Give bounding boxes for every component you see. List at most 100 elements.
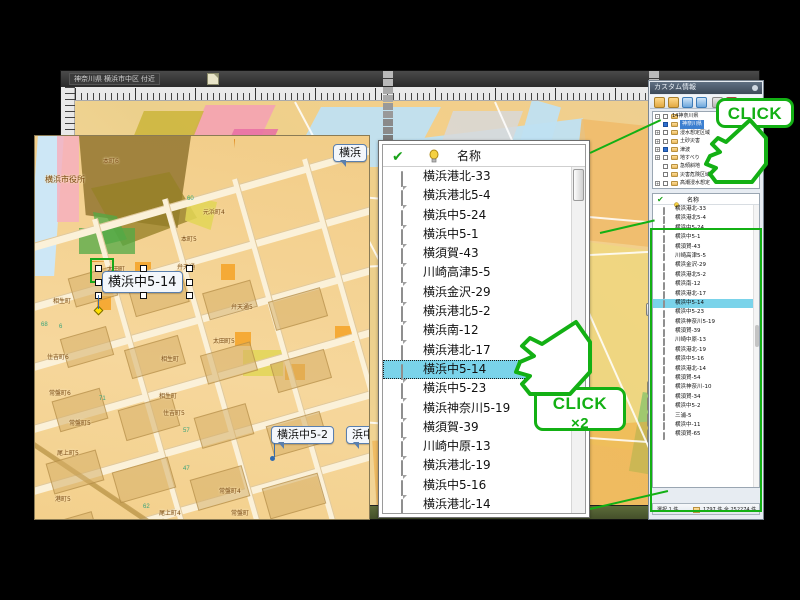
list-item[interactable]: 横浜中5-1 <box>383 225 571 245</box>
tree-node[interactable]: バスルート(赤線) <box>653 188 759 189</box>
annotation-click-double-label-2: ×2 <box>570 415 590 432</box>
legend-color-swatch <box>383 79 393 86</box>
tree-expander-icon[interactable]: + <box>655 147 660 153</box>
resize-handle-ne[interactable] <box>186 265 193 272</box>
balloon-marker-icon <box>401 266 414 284</box>
resize-handle-n[interactable] <box>140 265 147 272</box>
add-layer-icon[interactable] <box>668 97 679 108</box>
list-item[interactable]: 横浜中5-16 <box>383 476 571 496</box>
legend-color-swatch <box>383 119 393 126</box>
list-item-label: 横浜中5-24 <box>423 207 487 222</box>
list-item-label: 横浜港北-33 <box>675 206 706 212</box>
resize-handle-nw[interactable] <box>95 265 102 272</box>
list-item-label: 横浜港北5-4 <box>423 188 491 203</box>
resize-handle-w[interactable] <box>95 279 102 286</box>
folder-icon <box>671 121 678 127</box>
resize-handle-s[interactable] <box>140 292 147 299</box>
list-item[interactable]: 横浜金沢-29 <box>383 283 571 303</box>
name-column-header: 名称 <box>687 197 700 204</box>
lightbulb-icon[interactable] <box>427 149 441 163</box>
map-block-number: 68 <box>41 322 48 328</box>
list-item[interactable]: 横浜港北-33 <box>383 167 571 187</box>
balloon-marker-icon <box>401 170 414 187</box>
map-place-label: 尾上町4 <box>159 510 181 517</box>
balloon-marker-icon <box>401 324 414 342</box>
map-place-label: 本町5 <box>181 236 197 243</box>
check-icon[interactable]: ✔ <box>657 195 664 204</box>
tree-expander-icon[interactable]: - <box>655 113 660 119</box>
legend-color-swatch <box>383 103 393 110</box>
redo-icon[interactable] <box>696 97 707 108</box>
list-item[interactable]: 横浜港北-33 <box>653 205 753 215</box>
tree-checkbox[interactable] <box>663 121 668 127</box>
list-item-label: 横浜港北5-4 <box>675 215 706 222</box>
balloon-marker-icon <box>401 421 414 438</box>
resize-handle-e[interactable] <box>186 279 193 286</box>
map-callout-label: 横浜中5-14 <box>108 275 177 290</box>
list-item-label: 川崎高津5-5 <box>423 265 491 280</box>
map-block-number: 47 <box>183 466 190 472</box>
panel-menu-icon[interactable] <box>752 85 758 91</box>
legend-color-swatch <box>383 127 393 134</box>
balloon-marker-icon <box>401 286 414 303</box>
balloon-marker-icon <box>401 498 414 513</box>
folder-icon[interactable] <box>654 97 665 108</box>
foreground-map-panel[interactable]: 横浜市役所本町6元浜町4本町5太田町弁天通相生町弁天通5太田町5相生町住吉町6相… <box>34 135 370 520</box>
list-item[interactable]: 川崎中原-13 <box>383 437 571 458</box>
tree-checkbox[interactable] <box>663 130 668 136</box>
tree-expander-icon[interactable]: + <box>655 155 660 161</box>
map-callout-selected[interactable]: 横浜中5-14 <box>102 271 183 293</box>
panel-title-text: カスタム情報 <box>654 84 696 91</box>
tree-checkbox[interactable] <box>663 155 668 161</box>
map-block-number: 57 <box>183 428 190 434</box>
list-item-label: 横須賀-43 <box>423 246 479 261</box>
screenshot-root: 神奈川県 横浜市中区 付近 500m <box>0 0 800 600</box>
scrollbar-thumb[interactable] <box>573 169 584 201</box>
tree-checkbox[interactable] <box>663 163 668 169</box>
list-item[interactable]: 横浜港北-19 <box>383 456 571 477</box>
tree-node-label: 津波 <box>680 146 691 153</box>
undo-icon[interactable] <box>682 97 693 108</box>
balloon-marker-icon <box>401 382 414 400</box>
list-item[interactable]: 横浜港北-14 <box>383 495 571 513</box>
map-callout-partial[interactable]: 浜中5- <box>346 426 369 449</box>
list-item-label: 横浜港北-33 <box>423 169 491 183</box>
new-document-icon[interactable] <box>207 73 219 85</box>
tree-expander-icon[interactable]: + <box>655 138 660 144</box>
tree-expander-icon[interactable]: + <box>655 130 660 136</box>
tree-checkbox[interactable] <box>663 113 668 119</box>
document-tab[interactable]: 神奈川県 横浜市中区 付近 <box>69 73 160 85</box>
map-place-label: 弁天通5 <box>231 304 253 311</box>
map-callout-yokohama-naka-5-2[interactable]: 横浜中5-2 <box>270 426 334 461</box>
map-callout-label: 浜中5- <box>352 428 369 441</box>
list-item[interactable]: 横浜港北5-4 <box>383 186 571 207</box>
balloon-marker-icon <box>401 228 414 245</box>
legend-color-swatch <box>383 71 393 78</box>
map-block-number: 62 <box>143 504 150 510</box>
map-place-label: 相生町 <box>161 356 180 363</box>
list-item[interactable]: 横浜港北5-4 <box>653 214 753 224</box>
map-place-label: 住吉町6 <box>47 354 69 361</box>
balloon-marker-icon <box>401 344 414 361</box>
tree-checkbox[interactable] <box>663 138 668 144</box>
list-item-label: 横浜中5-16 <box>423 477 487 492</box>
list-item-label: 横浜南-12 <box>423 323 479 338</box>
check-icon[interactable]: ✔ <box>392 149 406 163</box>
list-item[interactable]: 川崎高津5-5 <box>383 263 571 284</box>
tree-checkbox[interactable] <box>663 180 668 186</box>
tree-checkbox[interactable] <box>663 172 668 178</box>
map-place-label: 元浜町4 <box>203 209 225 216</box>
map-callout-label: 横浜中5-2 <box>277 428 328 441</box>
resize-handle-se[interactable] <box>186 292 193 299</box>
list-item-label: 横浜港北-17 <box>423 342 491 357</box>
list-item[interactable]: 横須賀-43 <box>383 244 571 265</box>
list-item-label: 横浜中5-1 <box>423 226 479 241</box>
list-item-label: 横浜港北5-2 <box>423 304 491 319</box>
tree-checkbox[interactable] <box>663 147 668 153</box>
callout-leader-line <box>98 295 108 309</box>
map-callout-top[interactable]: 横浜 <box>333 144 367 167</box>
balloon-marker-icon <box>401 479 414 496</box>
list-item[interactable]: 横浜中5-24 <box>383 206 571 226</box>
feature-list-header: ✔ 名称 <box>383 145 585 167</box>
tree-expander-icon[interactable]: + <box>655 180 660 186</box>
